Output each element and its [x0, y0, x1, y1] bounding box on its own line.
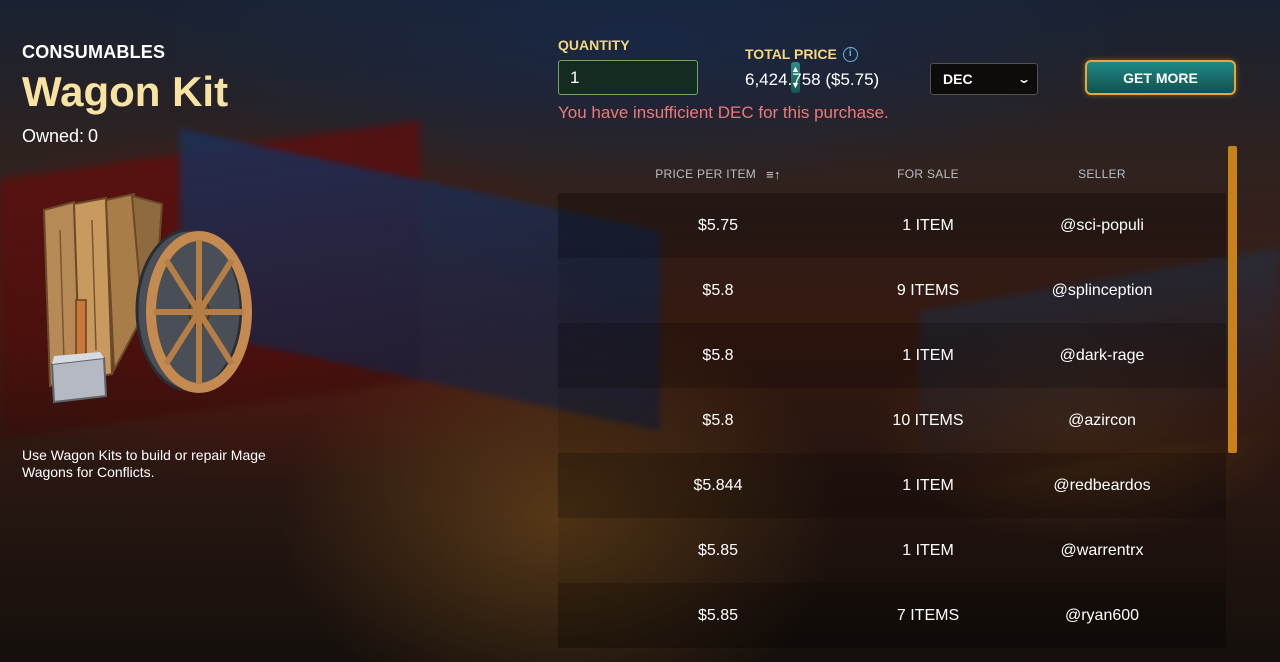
row-price: $5.75	[697, 216, 739, 234]
table-row[interactable]: $5.85 1 ITEM @warrentrx	[558, 518, 1226, 583]
currency-selected-value: DEC	[943, 71, 973, 87]
row-price: $5.8	[702, 346, 734, 364]
row-for-sale: 7 ITEMS	[896, 606, 960, 624]
row-seller: @azircon	[1068, 411, 1136, 429]
column-header-seller: SELLER	[1078, 167, 1126, 181]
table-body: $5.75 1 ITEM @sci-populi $5.8 9 ITEMS @s…	[558, 193, 1226, 648]
quantity-label: QUANTITY	[558, 37, 630, 53]
item-description: Use Wagon Kits to build or repair Mage W…	[22, 447, 266, 480]
item-title: Wagon Kit	[22, 68, 229, 115]
table-row[interactable]: $5.85 7 ITEMS @ryan600	[558, 583, 1226, 648]
row-seller: @warrentrx	[1060, 541, 1144, 559]
row-for-sale: 9 ITEMS	[896, 281, 960, 299]
row-seller: @ryan600	[1064, 606, 1140, 624]
row-seller: @dark-rage	[1059, 346, 1145, 364]
table-header: PRICE PER ITEM ≡↑ FOR SALE SELLER	[558, 155, 1226, 193]
row-price: $5.8	[702, 281, 734, 299]
row-seller: @sci-populi	[1060, 216, 1144, 234]
total-price-header: TOTAL PRICE i	[745, 46, 858, 62]
owned-value: 0	[88, 126, 99, 146]
row-for-sale: 10 ITEMS	[892, 411, 964, 429]
total-price-label: TOTAL PRICE	[745, 46, 837, 62]
owned-label: Owned:	[22, 126, 85, 146]
sort-ascending-icon[interactable]: ≡↑	[766, 167, 781, 182]
row-for-sale: 1 ITEM	[902, 346, 954, 364]
listings-scrollbar[interactable]	[1228, 146, 1237, 453]
insufficient-funds-warning: You have insufficient DEC for this purch…	[558, 103, 889, 122]
info-icon[interactable]: i	[842, 46, 858, 62]
table-row[interactable]: $5.8 10 ITEMS @azircon	[558, 388, 1226, 453]
wheel-shape	[135, 228, 252, 393]
row-price: $5.85	[697, 541, 739, 559]
chevron-down-icon: ⌄	[1016, 72, 1032, 86]
column-header-price-label: PRICE PER ITEM	[655, 167, 757, 181]
row-price: $5.8	[702, 411, 734, 429]
owned-count: Owned: 0	[22, 126, 98, 147]
quantity-stepper: ▲ ▼	[558, 60, 800, 95]
column-header-for-sale: FOR SALE	[897, 167, 959, 181]
row-for-sale: 1 ITEM	[902, 541, 954, 559]
row-price: $5.85	[697, 606, 739, 624]
table-row[interactable]: $5.75 1 ITEM @sci-populi	[558, 193, 1226, 258]
table-row[interactable]: $5.8 1 ITEM @dark-rage	[558, 323, 1226, 388]
row-price: $5.844	[693, 476, 743, 494]
total-price-value: 6,424.758 ($5.75)	[745, 70, 880, 89]
wagon-kit-image	[42, 192, 252, 404]
listings-table: PRICE PER ITEM ≡↑ FOR SALE SELLER $5.75 …	[558, 155, 1226, 648]
row-seller: @splinception	[1051, 281, 1153, 299]
table-row[interactable]: $5.844 1 ITEM @redbeardos	[558, 453, 1226, 518]
get-more-button[interactable]: GET MORE	[1085, 60, 1236, 95]
item-category: CONSUMABLES	[22, 42, 166, 62]
column-header-price[interactable]: PRICE PER ITEM ≡↑	[558, 167, 878, 182]
table-row[interactable]: $5.8 9 ITEMS @splinception	[558, 258, 1226, 323]
row-for-sale: 1 ITEM	[902, 476, 954, 494]
row-seller: @redbeardos	[1053, 476, 1151, 494]
currency-select[interactable]: DEC ⌄	[930, 63, 1038, 95]
row-for-sale: 1 ITEM	[902, 216, 954, 234]
